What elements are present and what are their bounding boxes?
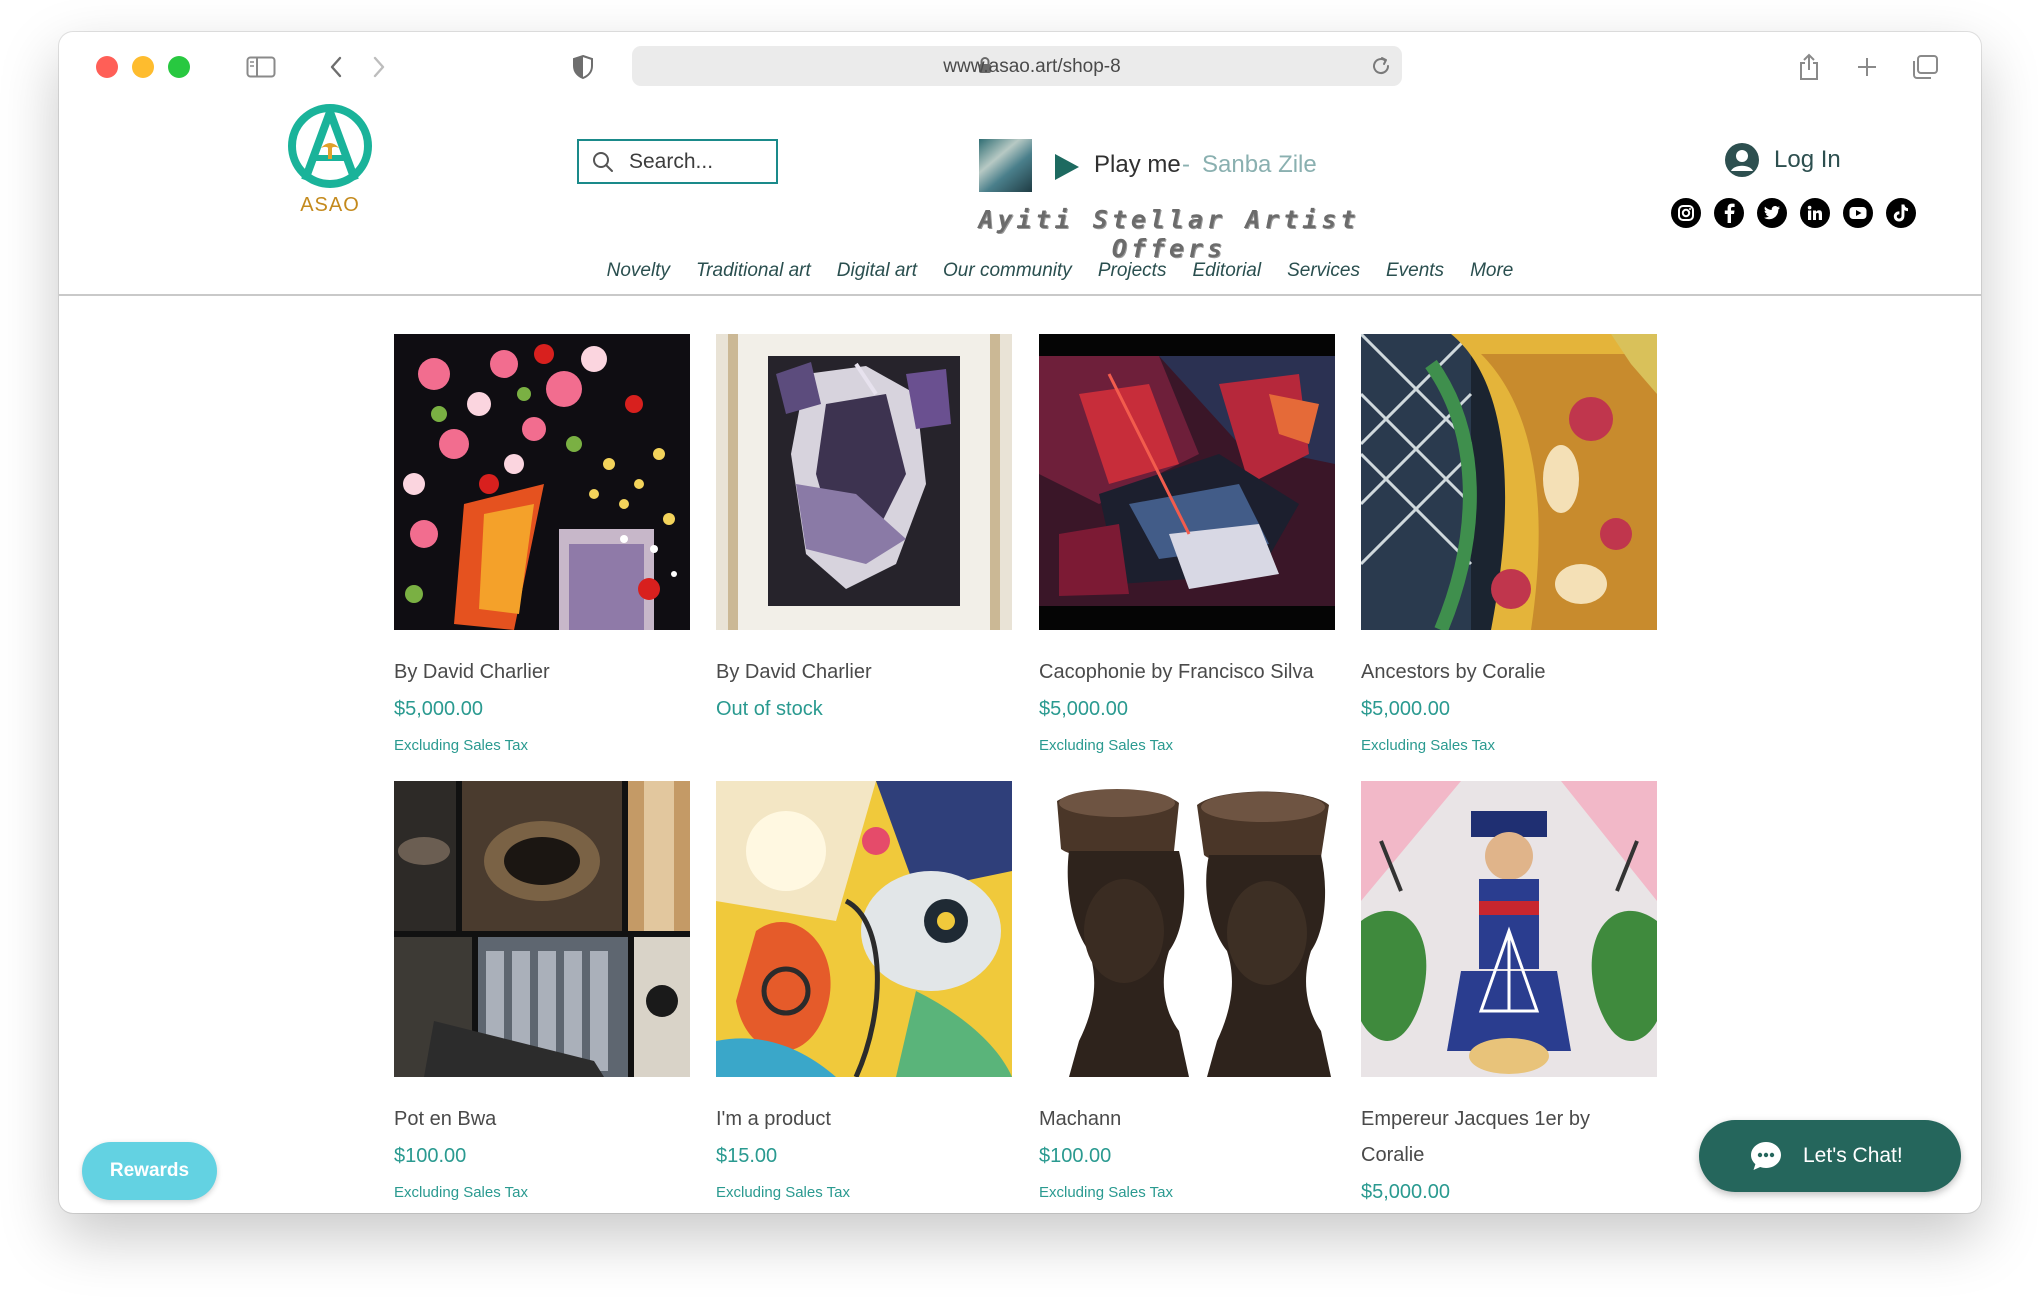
minimize-window-button[interactable] (132, 56, 154, 78)
product-tax-note: Excluding Sales Tax (1039, 737, 1173, 754)
chat-label: Let's Chat! (1803, 1144, 1903, 1167)
product-tax-note: Excluding Sales Tax (394, 1184, 528, 1201)
url-text: www.asao.art/shop-8 (943, 56, 1121, 77)
product-card[interactable]: I'm a product $15.00 Excluding Sales Tax (716, 781, 1012, 1211)
product-name[interactable]: By David Charlier (716, 654, 1012, 690)
product-tax-note: Excluding Sales Tax (394, 737, 528, 754)
product-name[interactable]: Machann (1039, 1101, 1335, 1137)
player-cover-image (979, 139, 1032, 192)
browser-window: www.asao.art/shop-8 ASAO Search... Play … (59, 32, 1981, 1213)
logo-icon (288, 104, 372, 188)
linkedin-icon[interactable] (1800, 198, 1830, 228)
product-card[interactable]: Ancestors by Coralie $5,000.00 Excluding… (1361, 334, 1657, 764)
youtube-icon[interactable] (1843, 198, 1873, 228)
product-price: $5,000.00 (1361, 1181, 1450, 1203)
login-button[interactable]: Log In (1724, 142, 1841, 178)
login-label: Log In (1774, 146, 1841, 173)
tiktok-icon[interactable] (1886, 198, 1916, 228)
nav-item-more[interactable]: More (1470, 252, 1513, 292)
product-tax-note: Excluding Sales Tax (1361, 737, 1495, 754)
nav-item-projects[interactable]: Projects (1098, 252, 1167, 292)
player-label[interactable]: Play me (1094, 151, 1181, 179)
back-icon[interactable] (323, 52, 349, 82)
forward-icon[interactable] (366, 52, 392, 82)
product-card[interactable]: Machann $100.00 Excluding Sales Tax (1039, 781, 1335, 1211)
product-name[interactable]: Cacophonie by Francisco Silva (1039, 654, 1335, 690)
product-name[interactable]: Ancestors by Coralie (1361, 654, 1657, 690)
chat-bubble-icon (1751, 1142, 1781, 1170)
product-card[interactable]: Pot en Bwa $100.00 Excluding Sales Tax (394, 781, 690, 1211)
product-card[interactable]: By David Charlier Out of stock (716, 334, 1012, 728)
address-bar[interactable]: www.asao.art/shop-8 (632, 46, 1402, 86)
twitter-icon[interactable] (1757, 198, 1787, 228)
nav-item-digital-art[interactable]: Digital art (837, 252, 917, 292)
browser-titlebar: www.asao.art/shop-8 (59, 32, 1981, 102)
facebook-icon[interactable] (1714, 198, 1744, 228)
search-input[interactable] (629, 150, 769, 174)
privacy-shield-icon[interactable] (570, 52, 596, 82)
product-price: $5,000.00 (1361, 698, 1450, 720)
nav-item-services[interactable]: Services (1287, 252, 1360, 292)
product-price: $5,000.00 (1039, 698, 1128, 720)
reload-icon[interactable] (1370, 55, 1392, 82)
product-card[interactable]: By David Charlier $5,000.00 Excluding Sa… (394, 334, 690, 764)
product-card[interactable]: Empereur Jacques 1er by Coralie $5,000.0… (1361, 781, 1657, 1211)
product-image[interactable] (716, 334, 1012, 630)
product-tax-note: Excluding Sales Tax (1039, 1184, 1173, 1201)
site-logo[interactable]: ASAO (285, 102, 375, 222)
play-icon[interactable] (1052, 152, 1082, 182)
close-window-button[interactable] (96, 56, 118, 78)
product-name[interactable]: Empereur Jacques 1er by Coralie (1361, 1101, 1657, 1173)
nav-item-editorial[interactable]: Editorial (1192, 252, 1261, 292)
product-name[interactable]: By David Charlier (394, 654, 690, 690)
product-name-line2: Coralie (1361, 1144, 1425, 1166)
product-image[interactable] (716, 781, 1012, 1077)
lets-chat-button[interactable]: Let's Chat! (1699, 1120, 1961, 1192)
product-tax-note: Excluding Sales Tax (716, 1184, 850, 1201)
header-divider (59, 294, 1981, 296)
maximize-window-button[interactable] (168, 56, 190, 78)
product-price: $100.00 (394, 1145, 467, 1167)
product-name[interactable]: I'm a product (716, 1101, 1012, 1137)
logo-text: ASAO (300, 194, 360, 216)
user-avatar-icon (1725, 143, 1759, 177)
product-name-line1: Empereur Jacques 1er by (1361, 1108, 1591, 1130)
tab-overview-icon[interactable] (1909, 52, 1941, 82)
nav-item-our-community[interactable]: Our community (943, 252, 1072, 292)
product-price: $100.00 (1039, 1145, 1112, 1167)
social-links (1671, 198, 1916, 228)
product-card[interactable]: Cacophonie by Francisco Silva $5,000.00 … (1039, 334, 1335, 764)
product-image[interactable] (1039, 334, 1335, 630)
nav-item-novelty[interactable]: Novelty (607, 252, 670, 292)
product-price: $15.00 (716, 1145, 778, 1167)
player-song-title: Sanba Zile (1202, 151, 1317, 178)
product-image[interactable] (1039, 781, 1335, 1077)
product-name[interactable]: Pot en Bwa (394, 1101, 690, 1137)
product-stock-status: Out of stock (716, 698, 823, 720)
nav-item-traditional-art[interactable]: Traditional art (696, 252, 811, 292)
player-separator: - (1182, 151, 1190, 178)
product-image[interactable] (1361, 781, 1657, 1077)
share-icon[interactable] (1794, 52, 1824, 82)
new-tab-icon[interactable] (1852, 52, 1882, 82)
sidebar-toggle-icon[interactable] (245, 52, 277, 82)
search-icon (593, 152, 613, 172)
rewards-button[interactable]: Rewards (82, 1142, 217, 1200)
product-image[interactable] (1361, 334, 1657, 630)
search-field[interactable] (577, 139, 778, 184)
instagram-icon[interactable] (1671, 198, 1701, 228)
product-price: $5,000.00 (394, 698, 483, 720)
nav-item-events[interactable]: Events (1386, 252, 1444, 292)
product-image[interactable] (394, 334, 690, 630)
main-navigation: Novelty Traditional art Digital art Our … (59, 252, 1981, 292)
product-image[interactable] (394, 781, 690, 1077)
